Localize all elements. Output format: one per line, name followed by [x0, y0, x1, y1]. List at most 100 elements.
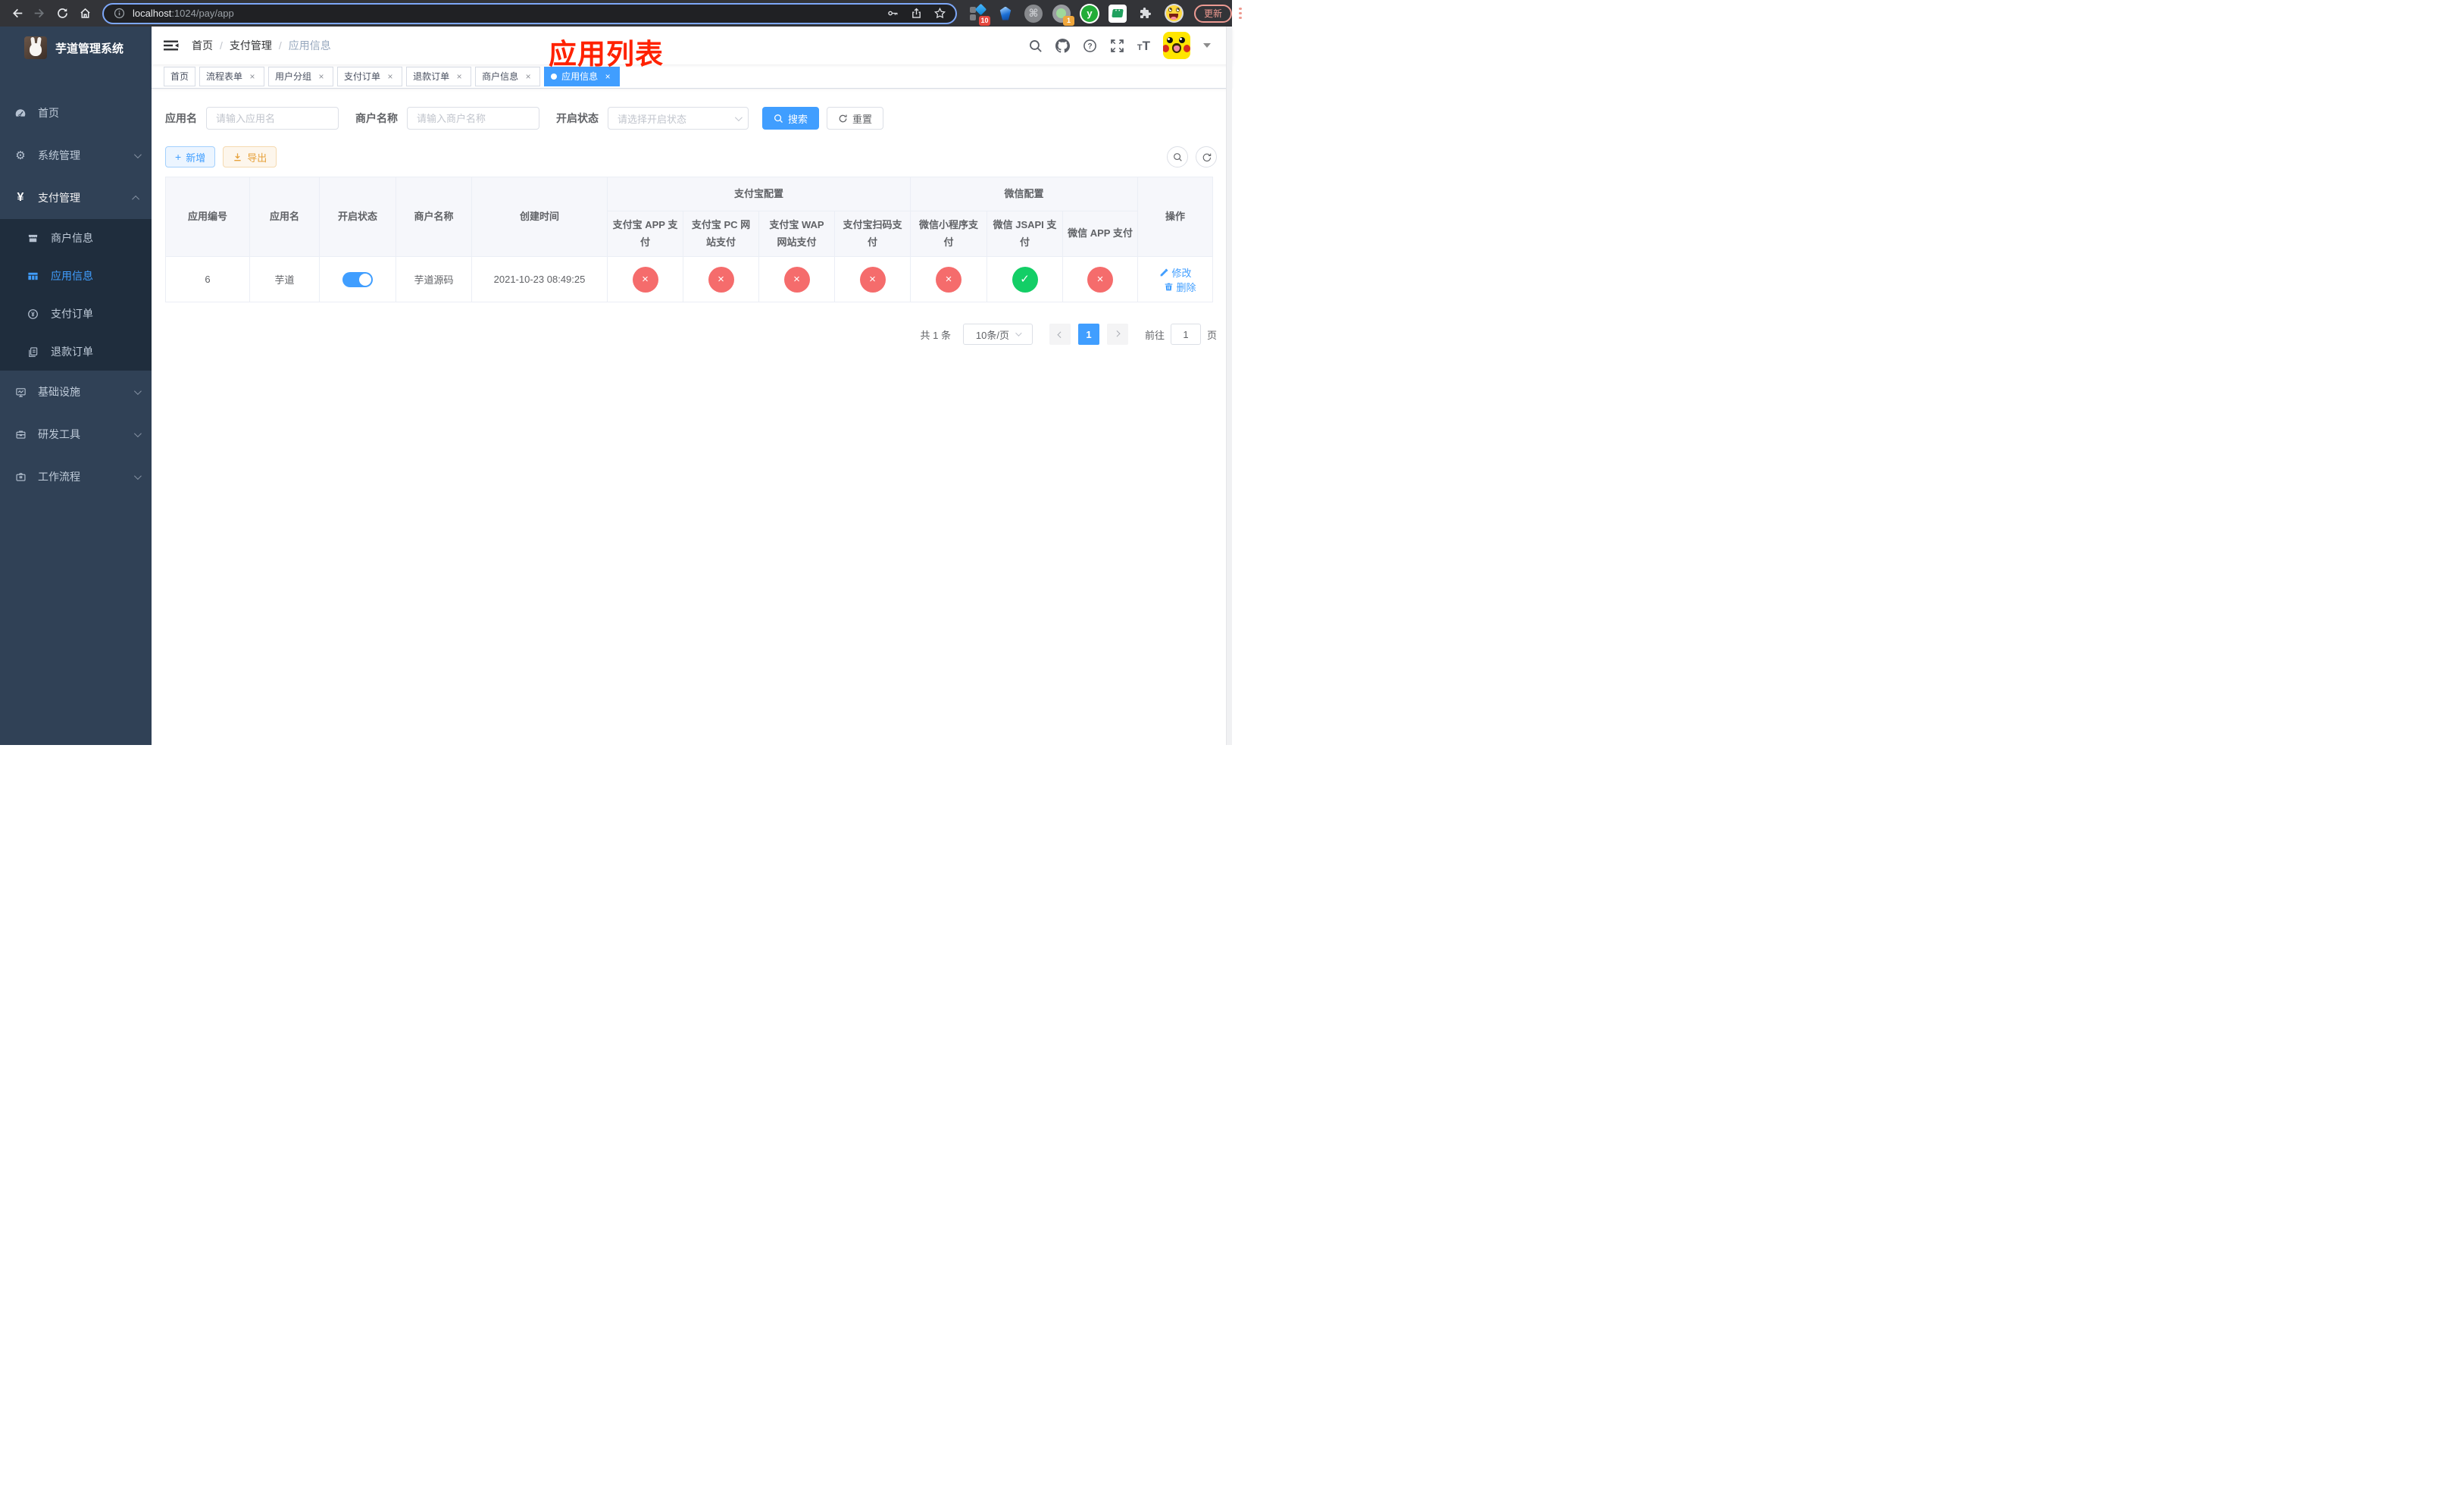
alipay-pc-status-icon[interactable]: ×: [708, 266, 734, 293]
sidebar-item-system[interactable]: ⚙ 系统管理: [0, 134, 152, 177]
alipay-qr-status-icon[interactable]: ×: [859, 266, 886, 293]
tag-close-icon[interactable]: ×: [602, 71, 613, 82]
edit-link[interactable]: 修改: [1159, 265, 1192, 280]
tag-close-icon[interactable]: ×: [247, 71, 258, 82]
refresh-table-button[interactable]: [1196, 146, 1217, 167]
browser-back-icon[interactable]: [7, 3, 27, 23]
browser-reload-icon[interactable]: [52, 3, 73, 23]
tag-home[interactable]: 首页: [164, 66, 196, 86]
yen-circle-icon: ¥: [27, 308, 39, 320]
y-extension-icon[interactable]: y: [1080, 3, 1099, 23]
address-bar[interactable]: localhost:1024/pay/app: [102, 2, 957, 24]
sidebar-item-app-info[interactable]: 应用信息: [0, 257, 152, 295]
tag-pay-orders[interactable]: 支付订单 ×: [337, 66, 403, 86]
sidebar-item-home[interactable]: 首页: [0, 92, 152, 134]
camera-extension-icon[interactable]: 1: [1052, 4, 1074, 26]
goto-page-input[interactable]: [1170, 324, 1201, 345]
reset-button[interactable]: 重置: [827, 107, 884, 130]
page-size-select[interactable]: 10条/页: [962, 324, 1033, 345]
chevron-down-icon: [1015, 330, 1022, 337]
wx-jsapi-status-icon[interactable]: ✓: [1012, 266, 1038, 293]
browser-menu-icon[interactable]: [1239, 5, 1242, 23]
sidebar-item-workflow[interactable]: 工作流程: [0, 455, 152, 498]
browser-home-icon[interactable]: [75, 3, 95, 23]
sidebar-item-label: 退款订单: [51, 346, 93, 358]
store-icon: [27, 232, 39, 244]
chevron-left-icon: [1057, 331, 1064, 338]
translate-extension-icon[interactable]: 10: [968, 3, 990, 26]
current-page-button[interactable]: 1: [1077, 324, 1099, 345]
header-search-icon[interactable]: [1028, 39, 1043, 53]
gem-extension-icon[interactable]: [996, 4, 1015, 23]
share-icon[interactable]: [910, 7, 923, 20]
enabled-toggle[interactable]: [342, 271, 373, 287]
search-button[interactable]: 搜索: [762, 107, 820, 130]
tag-merchant-info[interactable]: 商户信息 ×: [475, 66, 541, 86]
sidebar-item-refund-orders[interactable]: 退款订单: [0, 333, 152, 371]
col-header-wx-lite: 微信小程序支付: [910, 211, 988, 257]
table-toolbar: + 新增 导出: [165, 146, 1218, 167]
sidebar-item-label: 应用信息: [51, 270, 93, 282]
user-avatar[interactable]: [1163, 32, 1190, 59]
page-scrollbar[interactable]: [1226, 27, 1232, 745]
bookmark-star-icon[interactable]: [933, 7, 946, 20]
tag-close-icon[interactable]: ×: [385, 71, 396, 82]
gear-icon: ⚙: [15, 149, 26, 162]
merchant-name-input[interactable]: [407, 107, 539, 130]
github-icon[interactable]: [1055, 38, 1070, 53]
extensions-puzzle-icon[interactable]: [1136, 4, 1155, 23]
sidebar-item-dev-tools[interactable]: 研发工具: [0, 413, 152, 455]
tag-user-group[interactable]: 用户分组 ×: [268, 66, 334, 86]
sidebar-item-infrastructure[interactable]: 基础设施: [0, 371, 152, 413]
tag-close-icon[interactable]: ×: [523, 71, 533, 82]
font-size-icon[interactable]: TT: [1137, 39, 1150, 52]
col-group-alipay: 支付宝配置: [606, 177, 911, 211]
edit-pencil-icon: [1160, 268, 1168, 276]
status-select[interactable]: 请选择开启状态: [608, 107, 749, 130]
alipay-app-status-icon[interactable]: ×: [632, 266, 658, 293]
sidebar: 芋道管理系统 首页 ⚙ 系统管理 ¥ 支付管理 商户信息 应用信息 ¥ 支付订单…: [0, 27, 152, 745]
breadcrumb-home[interactable]: 首页: [192, 38, 213, 53]
tag-refund-orders[interactable]: 退款订单 ×: [406, 66, 472, 86]
sidebar-item-label: 支付管理: [38, 192, 80, 204]
password-key-icon[interactable]: [886, 7, 899, 20]
command-extension-icon[interactable]: ⌘: [1024, 4, 1043, 23]
sidebar-logo[interactable]: 芋道管理系统: [0, 27, 152, 69]
wx-app-status-icon[interactable]: ×: [1087, 266, 1114, 293]
sidebar-item-label: 研发工具: [38, 428, 80, 440]
browser-forward-icon[interactable]: [30, 3, 50, 23]
sidebar-item-merchant-info[interactable]: 商户信息: [0, 219, 152, 257]
sidebar-item-pay-orders[interactable]: ¥ 支付订单: [0, 295, 152, 333]
tag-app-info[interactable]: 应用信息 ×: [544, 66, 621, 86]
tags-view: 首页 流程表单 × 用户分组 × 支付订单 × 退款订单 × 商户信息 × 应用信息 ×: [152, 64, 1232, 89]
wx-lite-status-icon[interactable]: ×: [936, 266, 962, 293]
sidebar-item-payment[interactable]: ¥ 支付管理: [0, 177, 152, 219]
extension-badge: 1: [1063, 15, 1074, 26]
profile-avatar-icon[interactable]: [1164, 4, 1184, 23]
help-icon[interactable]: ?: [1083, 39, 1097, 53]
chat-extension-icon[interactable]: [1108, 4, 1127, 23]
col-header-alipay-qr: 支付宝扫码支付: [833, 211, 911, 257]
fullscreen-icon[interactable]: [1110, 39, 1124, 53]
breadcrumb-payment[interactable]: 支付管理: [230, 38, 272, 53]
next-page-button[interactable]: [1106, 324, 1128, 345]
export-button[interactable]: 导出: [223, 146, 277, 167]
sidebar-collapse-icon[interactable]: [164, 38, 179, 53]
tag-close-icon[interactable]: ×: [316, 71, 327, 82]
tag-close-icon[interactable]: ×: [454, 71, 464, 82]
sidebar-item-label: 基础设施: [38, 386, 80, 398]
browser-update-button[interactable]: 更新: [1194, 4, 1233, 23]
extensions-cluster: 10 ⌘ 1 y: [968, 3, 1184, 26]
alipay-wap-status-icon[interactable]: ×: [783, 266, 810, 293]
toggle-search-button[interactable]: [1167, 146, 1188, 167]
documents-icon: [27, 346, 39, 358]
user-menu-caret-icon[interactable]: [1203, 43, 1211, 52]
tag-process-form[interactable]: 流程表单 ×: [199, 66, 265, 86]
total-count: 共 1 条: [920, 329, 951, 341]
add-button[interactable]: + 新增: [165, 146, 216, 167]
col-group-wechat: 微信配置: [910, 177, 1139, 211]
prev-page-button[interactable]: [1049, 324, 1071, 345]
app-name-input[interactable]: [206, 107, 339, 130]
delete-link[interactable]: 删除: [1164, 280, 1196, 294]
site-info-icon[interactable]: [113, 7, 126, 20]
